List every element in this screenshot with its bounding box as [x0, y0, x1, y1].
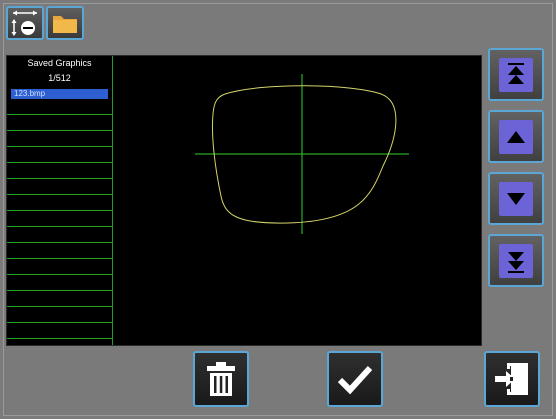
- confirm-button[interactable]: [327, 351, 383, 407]
- page-down-icon: [508, 251, 524, 273]
- saved-graphics-list: Saved Graphics 1/512 123.bmp: [7, 56, 113, 345]
- open-folder-button[interactable]: [46, 6, 84, 40]
- page-down-button[interactable]: [488, 234, 544, 287]
- down-icon: [507, 192, 525, 205]
- measure-icon: [11, 10, 37, 36]
- shape-preview: [195, 74, 409, 234]
- list-title: Saved Graphics: [27, 58, 92, 68]
- delete-button[interactable]: [193, 351, 249, 407]
- check-icon: [337, 365, 373, 395]
- page-up-icon: [508, 62, 524, 84]
- list-item[interactable]: 123.bmp: [11, 89, 108, 99]
- page-up-button[interactable]: [488, 48, 544, 101]
- exit-button[interactable]: [484, 351, 540, 407]
- list-rows[interactable]: [7, 99, 112, 345]
- list-count: 1/512: [48, 73, 71, 83]
- trash-icon: [207, 362, 235, 396]
- exit-icon: [495, 363, 528, 395]
- graphics-panel: Saved Graphics 1/512 123.bmp: [6, 55, 482, 346]
- folder-icon: [53, 16, 77, 33]
- preview-canvas: [113, 56, 481, 345]
- measure-button[interactable]: [6, 6, 44, 40]
- up-button[interactable]: [488, 110, 544, 163]
- down-button[interactable]: [488, 172, 544, 225]
- up-icon: [507, 130, 525, 143]
